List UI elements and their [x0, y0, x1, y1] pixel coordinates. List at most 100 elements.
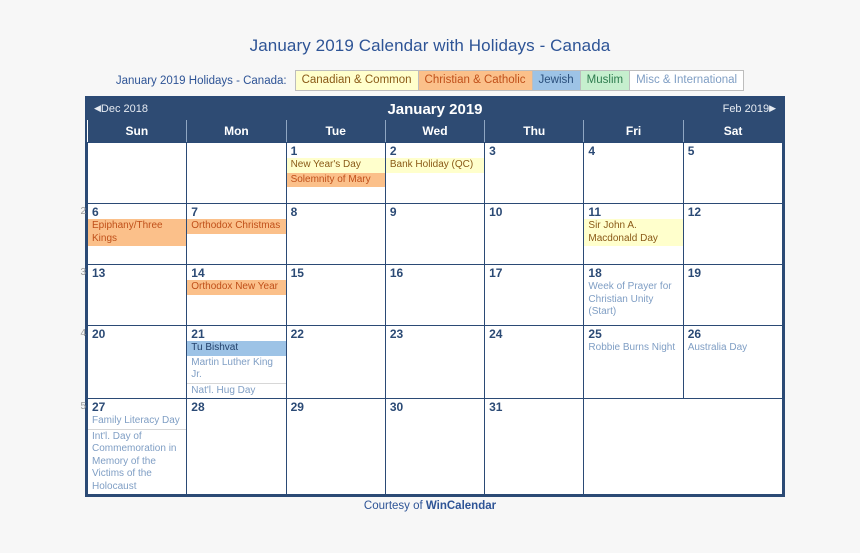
calendar-cell-empty	[186, 142, 287, 204]
calendar-day-cell[interactable]: 8	[285, 203, 386, 265]
calendar-day-cell[interactable]: 23	[384, 325, 486, 399]
holiday-event-misc[interactable]: Martin Luther King Jr.	[187, 356, 286, 384]
holiday-event-christian[interactable]: Orthodox Christmas	[187, 219, 286, 234]
calendar-day-cell[interactable]: 11 Sir John A. Macdonald Day	[583, 203, 684, 265]
day-number: 31	[489, 400, 503, 414]
day-number: 8	[290, 205, 298, 219]
calendar-day-cell[interactable]: 2 6 Epiphany/Three Kings	[80, 203, 188, 265]
prev-month-button[interactable]: ◀Dec 2018	[90, 103, 152, 115]
holiday-event-jewish[interactable]: Tu Bishvat	[187, 341, 286, 356]
day-events: Robbie Burns Night	[584, 341, 682, 356]
calendar-day-cell[interactable]: 25 Robbie Burns Night	[583, 325, 684, 399]
calendar-day-cell[interactable]: 10	[484, 203, 585, 265]
calendar-day-cell[interactable]: 5	[682, 142, 784, 204]
day-number: 11	[588, 205, 602, 219]
legend-chip-christian[interactable]: Christian & Catholic	[417, 70, 532, 91]
calendar-day-cell[interactable]: 28	[186, 398, 287, 495]
holiday-event-christian[interactable]: Epiphany/Three Kings	[88, 219, 187, 246]
day-events: Family Literacy Day Int'l. Day of Commemo…	[88, 414, 187, 495]
weekday-header-thu: Thu	[484, 120, 584, 143]
legend-label: January 2019 Holidays - Canada:	[115, 74, 287, 87]
holiday-event-misc[interactable]: Nat'l. Hug Day	[187, 384, 285, 399]
day-number: 1	[290, 144, 298, 158]
footer: Courtesy of WinCalendar	[0, 500, 860, 512]
calendar-day-cell[interactable]: 15	[285, 264, 386, 326]
calendar-day-cell[interactable]: 5 27 Family Literacy Day Int'l. Day of Comm…	[80, 398, 188, 495]
day-number: 13	[92, 266, 106, 280]
legend-chip-misc[interactable]: Misc & International	[629, 70, 745, 91]
next-month-button[interactable]: Feb 2019▶	[719, 103, 780, 115]
calendar-day-cell[interactable]: 4	[583, 142, 684, 204]
day-number: 19	[687, 266, 702, 280]
week-number: 3	[80, 267, 86, 278]
week-number: 5	[80, 401, 86, 412]
day-number: 27	[92, 400, 106, 414]
day-number: 15	[290, 266, 304, 280]
calendar-day-cell[interactable]: 19	[682, 264, 784, 326]
weekday-header-wed: Wed	[384, 120, 485, 143]
holiday-event-misc[interactable]: Australia Day	[684, 341, 782, 356]
day-events: Epiphany/Three Kings	[88, 219, 187, 246]
day-events: Tu Bishvat Martin Luther King Jr. Nat'l. H…	[187, 341, 286, 399]
day-number: 14	[191, 266, 205, 280]
calendar-day-cell[interactable]: 2 Bank Holiday (QC)	[384, 142, 486, 204]
calendar-day-cell[interactable]: 30	[384, 398, 486, 495]
footer-prefix: Courtesy of	[363, 500, 426, 512]
calendar-page: January 2019 Calendar with Holidays - Ca…	[0, 0, 860, 553]
day-events: Bank Holiday (QC)	[385, 158, 485, 173]
legend: January 2019 Holidays - Canada: Canadian…	[0, 70, 860, 91]
day-number: 21	[191, 327, 205, 341]
calendar-day-cell[interactable]: 22	[285, 325, 386, 399]
holiday-event-canadian[interactable]: New Year's Day	[286, 158, 385, 173]
day-number: 5	[687, 144, 695, 158]
calendar-day-cell[interactable]: 14 Orthodox New Year	[186, 264, 287, 326]
holiday-event-canadian[interactable]: Sir John A. Macdonald Day	[584, 219, 683, 246]
day-number: 9	[389, 205, 397, 219]
calendar-day-cell[interactable]: 21 Tu Bishvat Martin Luther King Jr. Nat'l.…	[186, 325, 287, 399]
calendar-day-cell[interactable]: 26 Australia Day	[682, 325, 784, 399]
calendar-day-cell[interactable]: 16	[384, 264, 486, 326]
holiday-event-christian[interactable]: Solemnity of Mary	[286, 172, 385, 187]
holiday-event-misc[interactable]: Int'l. Day of Commemoration in Memory of…	[88, 430, 186, 495]
day-number: 24	[489, 327, 503, 341]
legend-chip-canadian[interactable]: Canadian & Common	[294, 70, 418, 91]
day-number: 25	[588, 327, 602, 341]
calendar-day-cell[interactable]: 18 Week of Prayer for Christian Unity (St…	[583, 264, 684, 326]
day-events: Sir John A. Macdonald Day	[584, 219, 683, 246]
calendar-day-cell[interactable]: 3	[484, 142, 585, 204]
day-events: Orthodox New Year	[187, 280, 286, 295]
day-number: 7	[191, 205, 198, 219]
legend-chip-muslim[interactable]: Muslim	[579, 70, 630, 91]
calendar-day-cell[interactable]: 1 New Year's Day Solemnity of Mary	[285, 142, 386, 204]
holiday-event-misc[interactable]: Week of Prayer for Christian Unity (Star…	[584, 280, 682, 320]
holiday-event-canadian[interactable]: Bank Holiday (QC)	[385, 158, 485, 173]
calendar-day-cell[interactable]: 3 13	[80, 264, 188, 326]
holiday-event-christian[interactable]: Orthodox New Year	[187, 280, 286, 295]
week-number: 2	[80, 206, 86, 217]
holiday-event-misc[interactable]: Robbie Burns Night	[584, 341, 682, 356]
day-number: 28	[191, 400, 205, 414]
calendar-nav-bar: ◀Dec 2018 January 2019 Feb 2019▶	[87, 98, 783, 120]
week-number: 4	[80, 328, 86, 339]
legend-chip-jewish[interactable]: Jewish	[531, 70, 580, 91]
calendar-month-title: January 2019	[387, 100, 483, 118]
weekday-header-sun: Sun	[87, 120, 187, 143]
day-number: 12	[687, 205, 702, 219]
calendar-day-cell[interactable]: 29	[285, 398, 386, 495]
calendar-day-cell[interactable]: 4 20	[80, 325, 188, 399]
holiday-event-misc[interactable]: Family Literacy Day	[88, 414, 187, 430]
weekday-header-fri: Fri	[583, 120, 684, 143]
weekday-header-row: Sun Mon Tue Wed Thu Fri Sat	[87, 120, 783, 143]
calendar-container: ◀Dec 2018 January 2019 Feb 2019▶ Sun Mon T…	[80, 96, 785, 497]
calendar-day-cell[interactable]: 12	[682, 203, 784, 265]
day-number: 4	[588, 144, 596, 158]
day-number: 17	[489, 266, 503, 280]
footer-brand: WinCalendar	[425, 500, 497, 512]
calendar-day-cell[interactable]: 9	[384, 203, 486, 265]
day-number: 18	[588, 266, 602, 280]
calendar-day-cell[interactable]: 24	[484, 325, 585, 399]
calendar-day-cell[interactable]: 31	[484, 398, 585, 495]
calendar-day-cell[interactable]: 17	[484, 264, 585, 326]
calendar-day-cell[interactable]: 7 Orthodox Christmas	[186, 203, 287, 265]
calendar-week-row: 5 27 Family Literacy Day Int'l. Day of Comm…	[80, 398, 783, 495]
